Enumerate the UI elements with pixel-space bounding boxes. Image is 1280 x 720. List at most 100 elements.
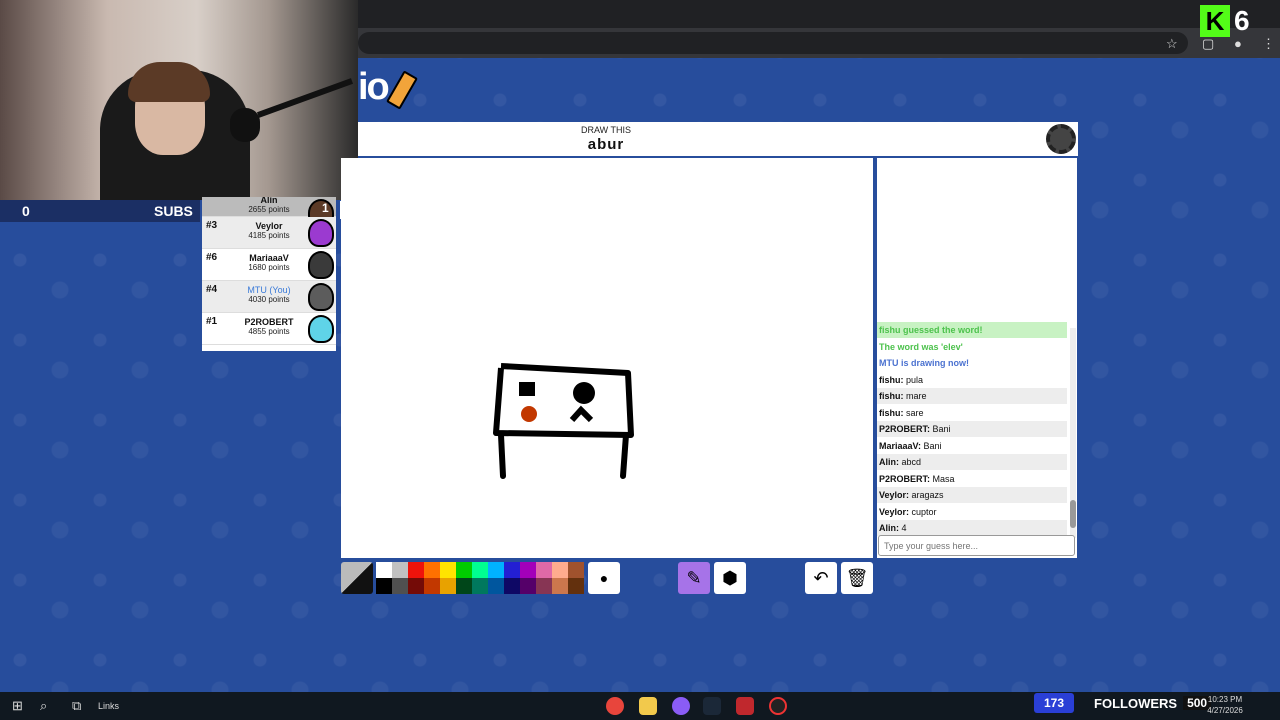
- brush-size-button[interactable]: ●: [588, 562, 620, 594]
- task-view-icon[interactable]: ⧉: [72, 696, 81, 716]
- video-app-icon[interactable]: [736, 697, 754, 715]
- clock-time: 10:23 PM: [1207, 695, 1243, 704]
- color-swatch[interactable]: [456, 562, 472, 578]
- chat-user: fishu:: [879, 407, 904, 418]
- chat-scrollbar[interactable]: [1070, 328, 1076, 538]
- color-swatch[interactable]: [440, 578, 456, 594]
- chat-user: Alin:: [879, 523, 899, 533]
- subs-count: 0: [22, 203, 30, 219]
- drawing-left-eye: [519, 382, 535, 396]
- player-list: Alin 2655 points 1 #3 Veylor 4185 points #6 Mar…: [202, 197, 336, 351]
- links-toolbar[interactable]: Links: [98, 696, 119, 716]
- chat-message: P2ROBERT: Masa: [877, 471, 1067, 487]
- drawing-canvas[interactable]: [341, 158, 873, 558]
- player-points: 4030 points: [248, 295, 290, 304]
- drawing-table-leg-left: [498, 432, 506, 479]
- mic-arm: [256, 78, 354, 118]
- player-name: Alin: [260, 197, 278, 205]
- chat-user: fishu:: [879, 374, 904, 385]
- player-points: 4855 points: [248, 327, 290, 336]
- chat-scroll-thumb[interactable]: [1070, 500, 1076, 528]
- chat-text: 4: [899, 523, 907, 533]
- color-swatch[interactable]: [376, 578, 392, 594]
- recorder-app-icon[interactable]: [769, 697, 787, 715]
- player-name: P2ROBERT: [244, 317, 294, 327]
- color-swatch[interactable]: [472, 578, 488, 594]
- color-swatch[interactable]: [568, 562, 584, 578]
- chat-text: sare: [903, 407, 924, 418]
- steam-app-icon[interactable]: [703, 697, 721, 715]
- player-avatar: [308, 315, 334, 343]
- color-swatch[interactable]: [424, 578, 440, 594]
- player-avatar: [308, 251, 334, 279]
- color-swatch[interactable]: [456, 578, 472, 594]
- extensions-icon[interactable]: ▢: [1202, 36, 1214, 52]
- color-swatch[interactable]: [520, 562, 536, 578]
- subs-counter-bar: 0 SUBS: [0, 200, 200, 222]
- player-rank: #1: [206, 316, 218, 327]
- settings-gear-icon[interactable]: [1046, 124, 1076, 154]
- drawing-right-eye: [573, 382, 595, 404]
- followers-label: FOLLOWERS: [1094, 695, 1178, 711]
- player-row[interactable]: #1 P2ROBERT 4855 points: [202, 313, 336, 345]
- streamer-hair: [128, 62, 210, 102]
- color-swatch[interactable]: [504, 562, 520, 578]
- chat-text: Bani: [930, 424, 951, 434]
- obs-app-icon[interactable]: [672, 697, 690, 715]
- drawing-mouth: [569, 405, 594, 423]
- chrome-app-icon[interactable]: [606, 697, 624, 715]
- color-swatch[interactable]: [440, 562, 456, 578]
- player-name: Veylor: [255, 221, 283, 231]
- color-swatch[interactable]: [536, 578, 552, 594]
- undo-button[interactable]: ↶: [805, 562, 837, 594]
- pencil-icon: ✎: [686, 567, 702, 588]
- chat-message: fishu: pula: [877, 372, 1067, 388]
- clear-button[interactable]: 🗑: [841, 562, 873, 594]
- player-row[interactable]: #4 MTU (You) 4030 points: [202, 281, 336, 313]
- color-swatch[interactable]: [408, 562, 424, 578]
- chat-message: MariaaaV: Bani: [877, 438, 1067, 454]
- address-bar[interactable]: [358, 32, 1188, 54]
- chat-text: aragazs: [909, 490, 944, 500]
- color-swatch[interactable]: [504, 578, 520, 594]
- chat-user: P2ROBERT:: [879, 424, 931, 434]
- chat-user: MariaaaV:: [879, 440, 922, 451]
- color-swatch[interactable]: [552, 562, 568, 578]
- brush-tool-button[interactable]: ✎: [678, 562, 710, 594]
- color-swatch[interactable]: [568, 578, 584, 594]
- chat-user: Alin:: [879, 457, 899, 467]
- browser-menu-icon[interactable]: ⋮: [1262, 36, 1275, 52]
- color-swatch[interactable]: [424, 562, 440, 578]
- subs-label: SUBS: [154, 203, 193, 219]
- chat-message: Alin: 4: [877, 520, 1067, 536]
- current-word: abur: [587, 136, 625, 153]
- color-preview[interactable]: [341, 562, 373, 594]
- player-row[interactable]: #6 MariaaaV 1680 points: [202, 249, 336, 281]
- clock-date: 4/27/2026: [1207, 706, 1243, 715]
- player-row[interactable]: #3 Veylor 4185 points: [202, 217, 336, 249]
- player-rank: #3: [206, 220, 218, 231]
- color-swatch[interactable]: [488, 578, 504, 594]
- chat-message: fishu guessed the word!: [877, 322, 1067, 338]
- windows-start-icon[interactable]: ⊞: [12, 696, 23, 716]
- player-points: 1680 points: [248, 263, 290, 272]
- color-swatch[interactable]: [552, 578, 568, 594]
- color-swatch[interactable]: [408, 578, 424, 594]
- color-swatch[interactable]: [392, 578, 408, 594]
- color-swatch[interactable]: [472, 562, 488, 578]
- chat-user: Veylor:: [879, 490, 910, 500]
- fill-tool-button[interactable]: ⬢: [714, 562, 746, 594]
- color-swatch[interactable]: [376, 562, 392, 578]
- search-icon[interactable]: ⌕: [40, 696, 47, 716]
- player-row[interactable]: Alin 2655 points 1: [202, 197, 336, 227]
- color-swatch[interactable]: [488, 562, 504, 578]
- color-swatch[interactable]: [392, 562, 408, 578]
- fill-bucket-icon: ⬢: [722, 567, 738, 588]
- bookmark-star-icon[interactable]: ☆: [1166, 36, 1178, 52]
- guess-input[interactable]: [878, 535, 1075, 556]
- webcam-overlay: [0, 0, 358, 200]
- color-swatch[interactable]: [520, 578, 536, 594]
- profile-icon[interactable]: ●: [1234, 36, 1242, 51]
- color-swatch[interactable]: [536, 562, 552, 578]
- file-explorer-icon[interactable]: [639, 697, 657, 715]
